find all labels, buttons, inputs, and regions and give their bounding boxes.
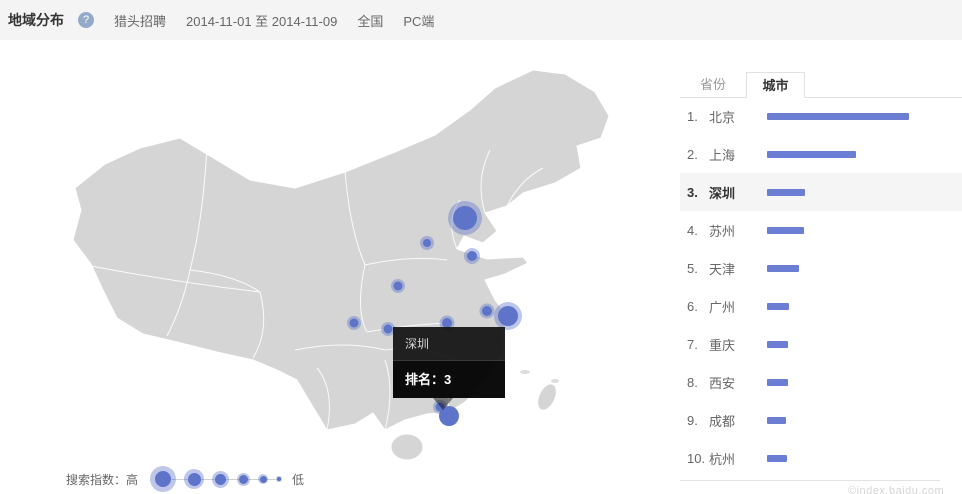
- city-rank-row[interactable]: 1. 北京: [680, 97, 962, 135]
- index-bar: [767, 455, 787, 462]
- tooltip-rank: 排名：3: [393, 361, 505, 398]
- index-bar: [767, 265, 799, 272]
- legend-circle-core: [239, 475, 248, 484]
- rank-number: 4.: [687, 223, 709, 238]
- watermark: ©index.baidu.com: [848, 485, 944, 494]
- rank-number: 8.: [687, 375, 709, 390]
- bubble-size-legend: 搜索指数：高 低: [66, 465, 304, 493]
- legend-circle: [212, 471, 229, 488]
- rank-number: 10.: [687, 451, 709, 466]
- legend-circle: [258, 474, 268, 484]
- taiwan-island: [534, 381, 560, 413]
- date-range-label: 2014-11-01 至 2014-11-09: [186, 11, 337, 30]
- index-bar: [767, 189, 805, 196]
- legend-high-label: 搜索指数：高: [66, 471, 138, 488]
- keyword-label: 猎头招聘: [114, 11, 166, 30]
- index-bar: [767, 227, 804, 234]
- map-bubble[interactable]: [482, 306, 492, 316]
- city-rank-row[interactable]: 5. 天津: [680, 249, 962, 287]
- legend-circle-core: [277, 477, 281, 481]
- index-bar: [767, 379, 788, 386]
- rank-number: 9.: [687, 413, 709, 428]
- legend-circle-core: [188, 473, 201, 486]
- tab-province[interactable]: 省份: [680, 72, 746, 97]
- map-bubble[interactable]: [498, 306, 518, 326]
- platform-label: PC端: [403, 11, 434, 30]
- city-rank-row[interactable]: 8. 西安: [680, 363, 962, 401]
- map-bubble[interactable]: [350, 319, 359, 328]
- city-name: 上海: [709, 145, 767, 164]
- index-bar: [767, 417, 786, 424]
- legend-circle-core: [260, 476, 267, 483]
- legend-circle: [184, 469, 204, 489]
- rank-number: 6.: [687, 299, 709, 314]
- geo-distribution-page: 地域分布 ? 猎头招聘 2014-11-01 至 2014-11-09 全国 P…: [0, 0, 962, 494]
- legend-circle-core: [155, 471, 171, 487]
- city-rank-row-highlighted[interactable]: 3. 深圳: [680, 173, 962, 211]
- index-bar: [767, 113, 909, 120]
- panel-bottom-divider: [680, 480, 940, 481]
- hainan-island: [391, 434, 423, 460]
- tooltip-arrow-icon: [433, 398, 453, 410]
- map-bubble[interactable]: [384, 325, 393, 334]
- legend-circles: [150, 466, 282, 492]
- city-rank-list: 1. 北京 2. 上海 3. 深圳 4. 苏州 5. 天津: [680, 97, 962, 477]
- rank-number: 2.: [687, 147, 709, 162]
- legend-low-label: 低: [292, 471, 304, 488]
- map-bubble[interactable]: [467, 251, 477, 261]
- city-name: 深圳: [709, 183, 767, 202]
- map-bubble[interactable]: [453, 206, 477, 230]
- rank-number: 1.: [687, 109, 709, 124]
- tab-bar: 省份 城市: [680, 72, 962, 98]
- legend-circle: [276, 476, 282, 482]
- city-rank-row[interactable]: 10. 杭州: [680, 439, 962, 477]
- rank-number: 7.: [687, 337, 709, 352]
- city-rank-row[interactable]: 2. 上海: [680, 135, 962, 173]
- map-bubble[interactable]: [423, 239, 431, 247]
- city-name: 杭州: [709, 449, 767, 468]
- map-tooltip: 深圳 排名：3: [393, 327, 505, 398]
- legend-circle: [150, 466, 176, 492]
- city-name: 北京: [709, 107, 767, 126]
- china-map-outline: [73, 70, 609, 460]
- city-name: 重庆: [709, 335, 767, 354]
- city-name: 天津: [709, 259, 767, 278]
- city-name: 西安: [709, 373, 767, 392]
- city-rank-row[interactable]: 4. 苏州: [680, 211, 962, 249]
- legend-circle: [237, 473, 250, 486]
- rank-number: 5.: [687, 261, 709, 276]
- city-rank-row[interactable]: 6. 广州: [680, 287, 962, 325]
- index-bar: [767, 303, 789, 310]
- map-bubble[interactable]: [394, 282, 403, 291]
- index-bar: [767, 151, 856, 158]
- city-rank-row[interactable]: 7. 重庆: [680, 325, 962, 363]
- index-bar: [767, 341, 788, 348]
- china-map: [55, 50, 665, 470]
- header-bar: 地域分布 ? 猎头招聘 2014-11-01 至 2014-11-09 全国 P…: [0, 0, 962, 40]
- page-title: 地域分布: [8, 10, 64, 30]
- help-icon[interactable]: ?: [78, 12, 94, 28]
- region-label: 全国: [357, 11, 383, 30]
- ranking-panel: 省份 城市 1. 北京 2. 上海 3. 深圳 4. 苏州: [680, 72, 962, 477]
- city-name: 成都: [709, 411, 767, 430]
- rank-number: 3.: [687, 185, 709, 200]
- tooltip-city-name: 深圳: [393, 327, 505, 361]
- city-name: 广州: [709, 297, 767, 316]
- tab-city[interactable]: 城市: [746, 72, 805, 98]
- legend-circle-core: [215, 474, 226, 485]
- city-rank-row[interactable]: 9. 成都: [680, 401, 962, 439]
- city-name: 苏州: [709, 221, 767, 240]
